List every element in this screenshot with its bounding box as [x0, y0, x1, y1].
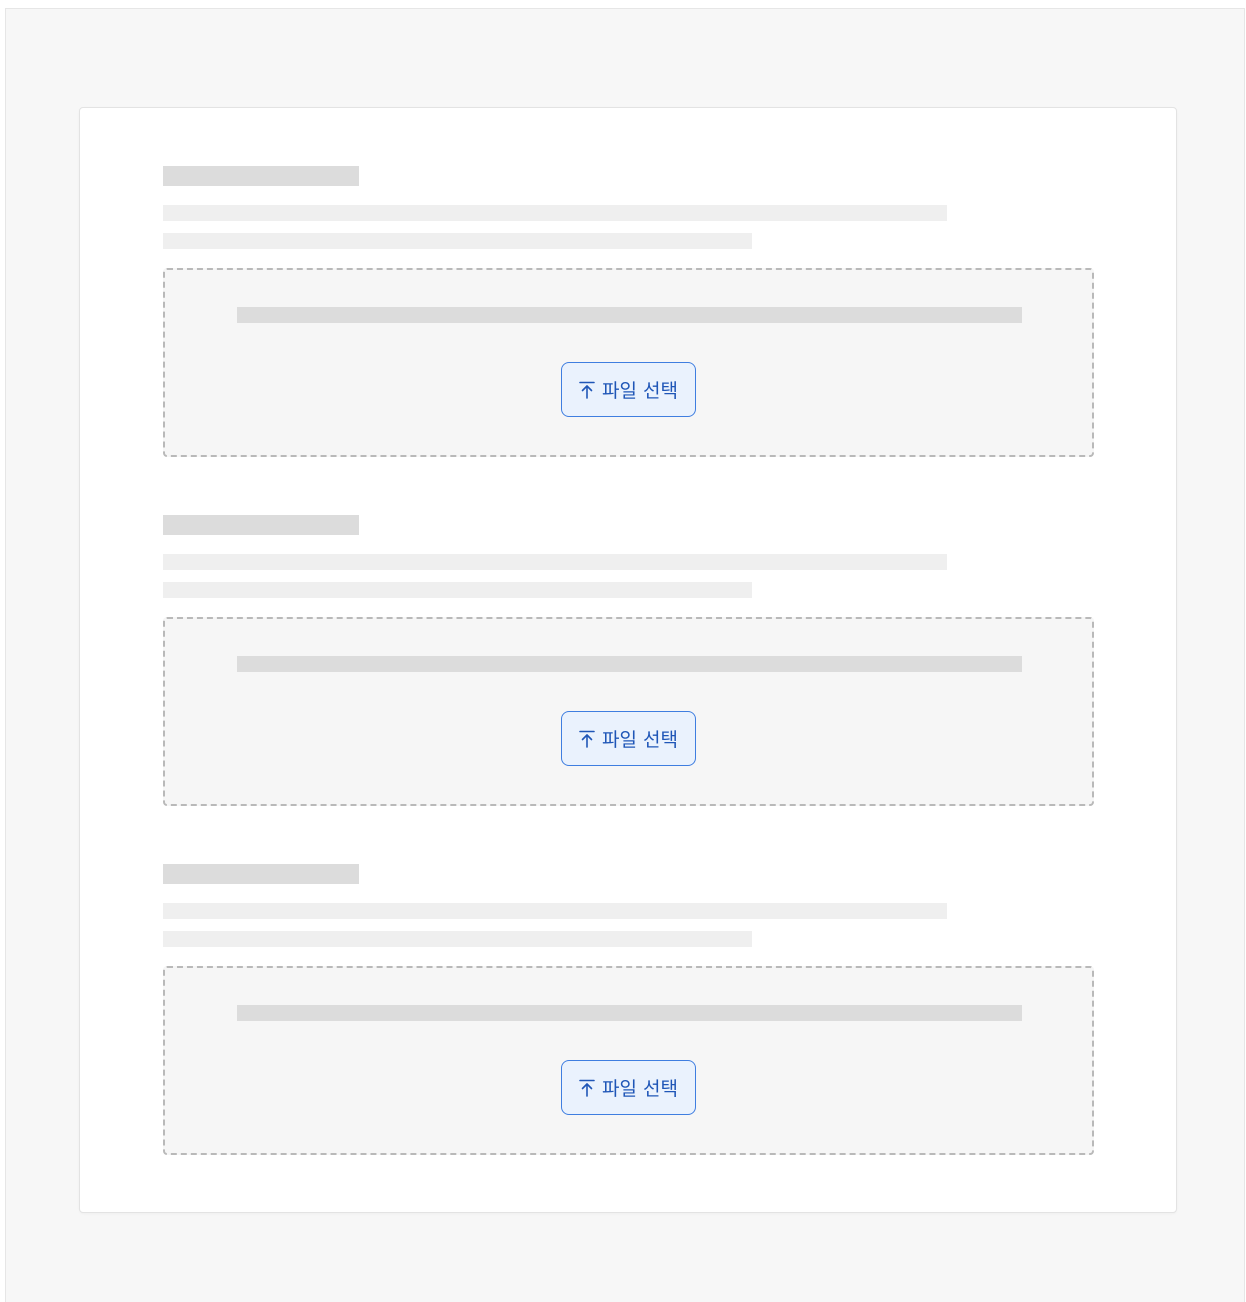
dropzone-text-placeholder: [237, 307, 1022, 323]
choose-file-label: 파일 선택: [602, 729, 678, 751]
description-placeholder-line-2: [163, 233, 752, 249]
page-viewport: 파일 선택 파일 선택 파일 선택: [5, 8, 1245, 1302]
choose-file-button[interactable]: 파일 선택: [561, 711, 696, 766]
description-placeholder-line-1: [163, 554, 947, 570]
upload-icon: [579, 381, 595, 399]
upload-section-3: 파일 선택: [163, 806, 1094, 1155]
choose-file-label: 파일 선택: [602, 1078, 678, 1100]
section-title-placeholder: [163, 515, 359, 535]
upload-section-1: 파일 선택: [163, 108, 1094, 457]
dropzone-text-placeholder: [237, 656, 1022, 672]
description-placeholder-line-2: [163, 931, 752, 947]
dropzone-text-placeholder: [237, 1005, 1022, 1021]
upload-icon: [579, 730, 595, 748]
description-placeholder-line-2: [163, 582, 752, 598]
upload-form-card: 파일 선택 파일 선택 파일 선택: [79, 107, 1177, 1213]
upload-section-2: 파일 선택: [163, 457, 1094, 806]
description-placeholder-line-1: [163, 205, 947, 221]
file-dropzone[interactable]: 파일 선택: [163, 617, 1094, 806]
section-title-placeholder: [163, 166, 359, 186]
file-dropzone[interactable]: 파일 선택: [163, 966, 1094, 1155]
description-placeholder-line-1: [163, 903, 947, 919]
section-title-placeholder: [163, 864, 359, 884]
file-dropzone[interactable]: 파일 선택: [163, 268, 1094, 457]
choose-file-button[interactable]: 파일 선택: [561, 362, 696, 417]
choose-file-button[interactable]: 파일 선택: [561, 1060, 696, 1115]
choose-file-label: 파일 선택: [602, 380, 678, 402]
upload-icon: [579, 1079, 595, 1097]
